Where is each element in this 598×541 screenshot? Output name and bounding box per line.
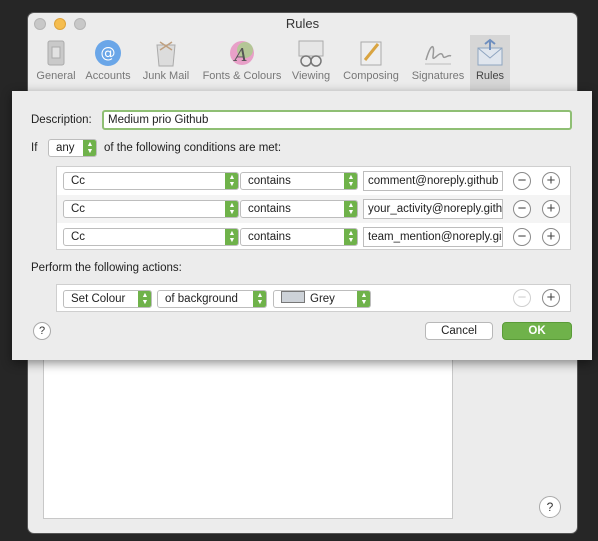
chevron-updown-icon: ▲ ▼ xyxy=(225,201,238,217)
add-action-button[interactable]: + xyxy=(542,289,560,307)
actions-list: Set Colour ▲ ▼ of background ▲ ▼ Grey ▲ ▼ −… xyxy=(56,284,571,312)
chevron-updown-icon: ▲ ▼ xyxy=(138,291,151,307)
add-condition-button[interactable]: + xyxy=(542,200,560,218)
rules-icon xyxy=(477,38,503,66)
chevron-updown-icon: ▲ ▼ xyxy=(344,173,357,189)
remove-condition-button[interactable]: − xyxy=(513,228,531,246)
tab-junk-mail[interactable]: Junk Mail xyxy=(138,35,194,91)
conditions-list: Cc ▲ ▼ contains ▲ ▼ comment@noreply.github… xyxy=(56,166,571,250)
zoom-window-button[interactable] xyxy=(74,18,86,30)
chevron-updown-icon: ▲ ▼ xyxy=(83,140,96,156)
condition-row: Cc ▲ ▼ contains ▲ ▼ your_activity@noreply.… xyxy=(57,195,570,223)
tab-fonts-colours[interactable]: A Fonts & Colours xyxy=(198,35,286,91)
close-window-button[interactable] xyxy=(34,18,46,30)
tab-signatures[interactable]: Signatures xyxy=(407,35,469,91)
description-input[interactable]: Medium prio Github xyxy=(102,110,572,130)
junk-mail-icon xyxy=(156,41,176,67)
chevron-updown-icon: ▲ ▼ xyxy=(225,173,238,189)
preferences-toolbar: General @ Accounts Junk Mail A Fonts & C… xyxy=(28,35,577,91)
cancel-button[interactable]: Cancel xyxy=(425,322,493,340)
actions-label: Perform the following actions: xyxy=(31,262,182,274)
condition-field-select[interactable]: Cc ▲ ▼ xyxy=(63,172,239,190)
tab-viewing[interactable]: Viewing xyxy=(289,35,333,91)
condition-value-input[interactable]: team_mention@noreply.gi xyxy=(363,227,503,247)
remove-action-button[interactable]: − xyxy=(513,289,531,307)
svg-text:A: A xyxy=(233,45,248,66)
if-label: If xyxy=(31,142,38,154)
tab-accounts[interactable]: @ Accounts xyxy=(82,35,134,91)
fonts-colours-icon: A xyxy=(230,41,254,66)
chevron-updown-icon: ▲ ▼ xyxy=(344,201,357,217)
match-mode-select[interactable]: any ▲ ▼ xyxy=(48,139,97,157)
condition-field-select[interactable]: Cc ▲ ▼ xyxy=(63,200,239,218)
general-icon xyxy=(47,40,65,66)
help-button-background[interactable]: ? xyxy=(539,496,561,518)
remove-condition-button[interactable]: − xyxy=(513,172,531,190)
conditions-suffix-label: of the following conditions are met: xyxy=(104,142,282,154)
condition-row: Cc ▲ ▼ contains ▲ ▼ comment@noreply.github… xyxy=(57,167,570,195)
help-button[interactable]: ? xyxy=(33,322,51,340)
action-colour-select[interactable]: Grey ▲ ▼ xyxy=(273,290,371,308)
action-target-select[interactable]: of background ▲ ▼ xyxy=(157,290,267,308)
colour-swatch xyxy=(281,291,305,303)
viewing-icon xyxy=(298,40,324,67)
chevron-updown-icon: ▲ ▼ xyxy=(344,229,357,245)
tab-composing[interactable]: Composing xyxy=(338,35,404,91)
remove-condition-button[interactable]: − xyxy=(513,200,531,218)
add-condition-button[interactable]: + xyxy=(542,228,560,246)
description-label: Description: xyxy=(31,114,92,126)
ok-button[interactable]: OK xyxy=(502,322,572,340)
composing-icon xyxy=(360,41,382,66)
condition-row: Cc ▲ ▼ contains ▲ ▼ team_mention@noreply.g… xyxy=(57,223,570,251)
tab-general[interactable]: General xyxy=(34,35,78,91)
minimize-window-button[interactable] xyxy=(54,18,66,30)
tab-rules[interactable]: Rules xyxy=(470,35,510,91)
condition-value-input[interactable]: your_activity@noreply.gith xyxy=(363,199,503,219)
rules-list[interactable] xyxy=(43,333,453,519)
add-condition-button[interactable]: + xyxy=(542,172,560,190)
condition-operator-select[interactable]: contains ▲ ▼ xyxy=(240,172,358,190)
chevron-updown-icon: ▲ ▼ xyxy=(225,229,238,245)
condition-value-input[interactable]: comment@noreply.github xyxy=(363,171,503,191)
condition-field-select[interactable]: Cc ▲ ▼ xyxy=(63,228,239,246)
window-title: Rules xyxy=(285,16,320,31)
accounts-icon: @ xyxy=(95,40,121,66)
rule-edit-sheet: Description: Medium prio Github If any ▲… xyxy=(12,91,592,360)
chevron-updown-icon: ▲ ▼ xyxy=(357,291,370,307)
signatures-icon xyxy=(425,46,452,65)
chevron-updown-icon: ▲ ▼ xyxy=(253,291,266,307)
condition-operator-select[interactable]: contains ▲ ▼ xyxy=(240,200,358,218)
condition-operator-select[interactable]: contains ▲ ▼ xyxy=(240,228,358,246)
action-type-select[interactable]: Set Colour ▲ ▼ xyxy=(63,290,152,308)
svg-text:@: @ xyxy=(101,44,116,62)
